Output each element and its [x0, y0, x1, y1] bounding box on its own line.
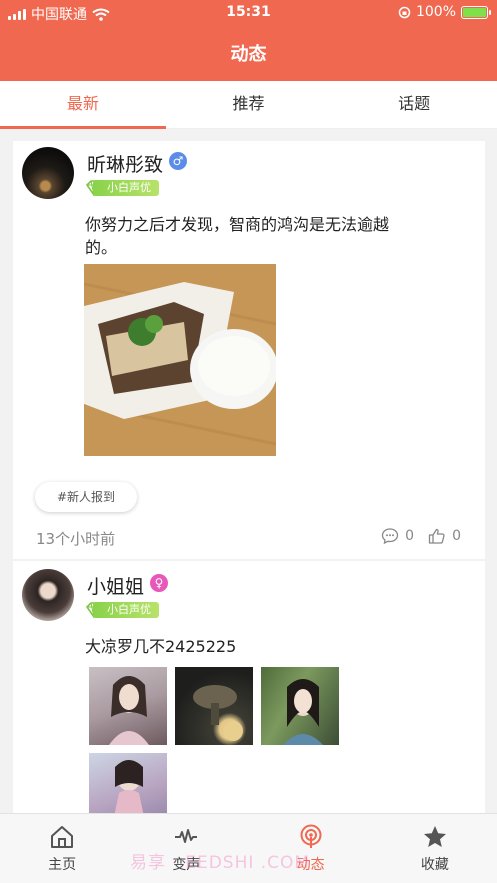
- post-actions: 0 0: [381, 527, 461, 545]
- status-bar: 中国联通 15:31 100%: [0, 0, 497, 26]
- male-gender-icon: ♂: [169, 152, 187, 170]
- tab-latest[interactable]: 最新: [0, 81, 166, 129]
- username[interactable]: 小姐姐: [87, 572, 144, 599]
- username[interactable]: 昕琳彤致: [87, 150, 163, 177]
- female-gender-icon: ♀: [150, 574, 168, 592]
- post-time: 13个小时前: [36, 530, 116, 548]
- tab-topics[interactable]: 话题: [331, 81, 497, 128]
- nav-label: 变声: [172, 857, 201, 873]
- app-header: 中国联通 15:31 100% 动态: [0, 0, 497, 81]
- battery-icon: [461, 5, 491, 19]
- user-badge: 小白声优: [85, 601, 161, 619]
- post-feed[interactable]: 昕琳彤致 ♂ 小白声优 你努力之后才发现，智商的鸿沟是无法逾越的。 #新人报到 …: [13, 141, 485, 813]
- feed-tabs: 最新 推荐 话题: [0, 81, 497, 129]
- nav-voice-changer[interactable]: 变声: [124, 814, 248, 883]
- topic-chip[interactable]: #新人报到: [35, 482, 137, 512]
- nav-label: 动态: [296, 857, 325, 873]
- like-count: 0: [452, 528, 461, 544]
- post-image-thumb[interactable]: [89, 667, 167, 745]
- post-image-thumb[interactable]: [261, 667, 339, 745]
- badge-label: 小白声优: [93, 180, 159, 196]
- like-icon[interactable]: [428, 527, 446, 545]
- comment-icon[interactable]: [381, 527, 399, 545]
- nav-label: 主页: [48, 857, 77, 873]
- badge-label: 小白声优: [93, 602, 159, 618]
- star-icon: [423, 826, 446, 847]
- waveform-icon: [175, 829, 198, 843]
- post-text: 你努力之后才发现，智商的鸿沟是无法逾越的。: [85, 215, 390, 257]
- post-text: 大凉罗几不2425225: [85, 637, 237, 656]
- post-image-thumb[interactable]: [175, 667, 253, 745]
- battery-percent: 100%: [415, 4, 456, 20]
- nav-feed[interactable]: 动态: [249, 814, 373, 883]
- nav-label: 收藏: [420, 857, 449, 873]
- user-badge: 小白声优: [85, 179, 161, 197]
- post-image[interactable]: [84, 264, 276, 456]
- comment-count: 0: [405, 528, 415, 544]
- rotation-lock-icon: [398, 6, 411, 18]
- nav-favorites[interactable]: 收藏: [373, 814, 497, 883]
- status-right: 100%: [398, 4, 491, 20]
- nav-home[interactable]: 主页: [0, 814, 124, 883]
- avatar[interactable]: [22, 147, 74, 199]
- bottom-nav: 主页 变声 动态 收藏: [0, 813, 497, 883]
- food-photo: [84, 264, 276, 456]
- home-icon: [51, 826, 74, 848]
- page-title: 动态: [230, 44, 267, 65]
- broadcast-icon: [300, 824, 322, 848]
- post-image-thumb[interactable]: [89, 753, 167, 813]
- avatar[interactable]: [22, 569, 74, 621]
- post-card[interactable]: 昕琳彤致 ♂ 小白声优 你努力之后才发现，智商的鸿沟是无法逾越的。 #新人报到 …: [13, 141, 485, 559]
- tab-recommended[interactable]: 推荐: [166, 81, 332, 128]
